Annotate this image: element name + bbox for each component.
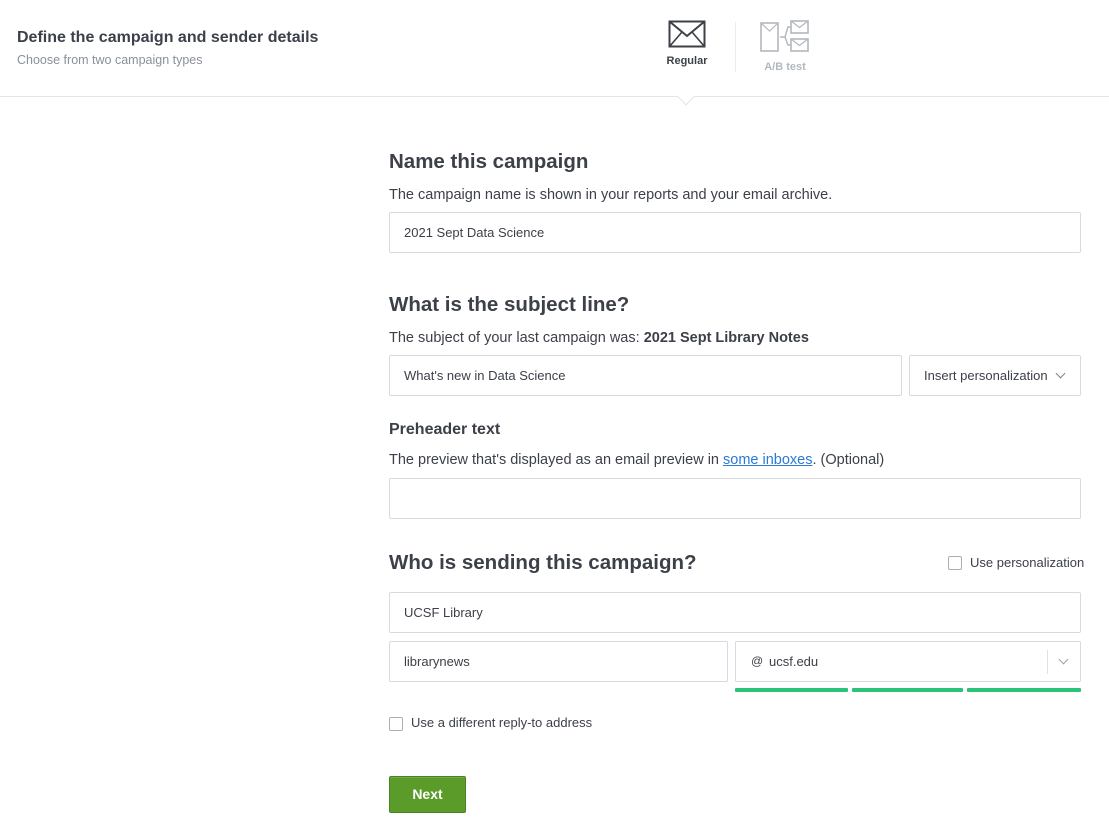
at-symbol: @ [751,654,764,668]
use-personalization-checkbox[interactable] [948,556,962,570]
campaign-type-regular[interactable]: Regular [652,20,722,80]
page-header: Define the campaign and sender details C… [0,0,1109,106]
domain-verification-bar-3 [967,688,1081,692]
insert-personalization-label: Insert personalization [924,368,1048,383]
sender-domain-select[interactable]: @ ucsf.edu [735,641,1081,682]
chevron-down-icon [1055,368,1066,379]
last-campaign-subject: 2021 Sept Library Notes [643,330,809,346]
next-button[interactable]: Next [389,776,466,813]
preheader-input[interactable] [389,478,1081,519]
type-divider [735,22,736,72]
domain-verification-bar-2 [852,688,963,692]
name-section-description: The campaign name is shown in your repor… [389,187,833,203]
sender-domain-value: ucsf.edu [769,654,819,669]
sender-email-local-input[interactable]: librarynews [389,641,728,682]
chevron-down-icon [1058,654,1069,665]
selected-type-pointer [677,88,695,106]
page-subtitle: Choose from two campaign types [17,53,203,67]
subject-line-input[interactable]: What's new in Data Science [389,355,902,396]
name-section-title: Name this campaign [389,150,589,173]
sender-section-title: Who is sending this campaign? [389,551,697,574]
campaign-type-ab-test-label: A/B test [764,61,806,73]
page-title: Define the campaign and sender details [17,29,319,46]
subject-section-description: The subject of your last campaign was: 2… [389,330,809,346]
some-inboxes-link[interactable]: some inboxes [723,452,812,468]
sender-name-input[interactable]: UCSF Library [389,592,1081,633]
subject-description-text: The subject of your last campaign was: [389,330,644,346]
domain-verification-bar-1 [735,688,848,692]
preheader-title: Preheader text [389,421,501,438]
preheader-description-suffix: . (Optional) [812,452,885,468]
campaign-name-input[interactable]: 2021 Sept Data Science [389,212,1081,253]
preheader-description-prefix: The preview that's displayed as an email… [389,452,724,468]
ab-test-icon [760,20,809,52]
campaign-type-ab-test[interactable]: A/B test [750,20,820,80]
subject-section-title: What is the subject line? [389,293,630,316]
envelope-icon [668,20,706,48]
reply-to-label: Use a different reply-to address [411,715,593,730]
select-separator [1047,650,1048,674]
campaign-type-regular-label: Regular [666,55,708,67]
insert-personalization-dropdown[interactable]: Insert personalization [909,355,1081,396]
reply-to-checkbox[interactable] [389,717,403,731]
preheader-description: The preview that's displayed as an email… [389,452,884,468]
use-personalization-label: Use personalization [970,555,1085,570]
